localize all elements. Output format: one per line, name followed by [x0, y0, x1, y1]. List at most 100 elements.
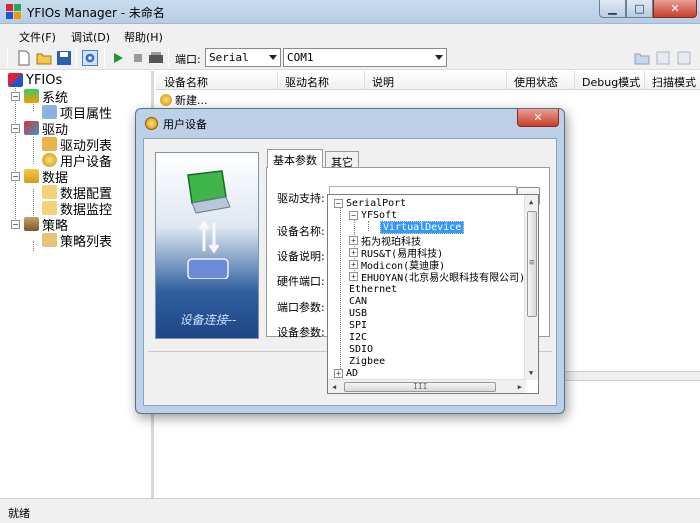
toolbar-separator [104, 49, 105, 67]
node-label: USB [349, 307, 368, 319]
user-device-icon [145, 117, 158, 130]
horizontal-scrollbar[interactable]: ◀ III ▶ [328, 379, 526, 393]
driver-icon [24, 121, 39, 135]
open-folder-icon[interactable] [36, 50, 52, 66]
collapse-icon[interactable]: − [11, 123, 20, 133]
dialog-title: 用户设备 [163, 118, 207, 131]
port-select[interactable]: Serial [205, 48, 281, 67]
collapse-icon[interactable]: − [11, 91, 20, 101]
node-label: SDIO [349, 343, 374, 355]
tree-node-sdio[interactable]: SDIO [349, 343, 373, 355]
tree-node-ethernet[interactable]: Ethernet [349, 283, 397, 295]
minimize-button[interactable]: ▁ [599, 0, 626, 18]
driver-tree-dropdown[interactable]: − SerialPort − YFSoft VirtualDevice + 拓为… [327, 194, 539, 394]
device-icon[interactable] [148, 50, 164, 66]
node-label: YFSoft [361, 209, 398, 221]
chevron-down-icon [435, 55, 443, 60]
scroll-down-icon[interactable]: ▼ [529, 369, 533, 377]
column-header[interactable]: 说明 [372, 74, 394, 90]
node-label: AD [346, 367, 359, 379]
tree-node-serialport[interactable]: − SerialPort [334, 197, 406, 209]
maximize-button[interactable]: □ [626, 0, 653, 18]
column-header[interactable]: 扫描模式 [652, 74, 696, 90]
delete-icon[interactable] [676, 50, 692, 66]
strategy-list-icon [42, 233, 57, 247]
folder-icon[interactable] [634, 50, 650, 66]
expand-icon[interactable]: + [349, 235, 358, 245]
data-monitor-icon [42, 201, 57, 215]
menu-help[interactable]: 帮助(H) [124, 29, 163, 45]
app-logo-icon [6, 4, 21, 19]
menu-bar: 文件(F) 调试(D) 帮助(H) [0, 24, 700, 46]
tree-node-zigbee[interactable]: Zigbee [349, 355, 385, 367]
chevron-down-icon [269, 55, 277, 60]
status-bar: 就绪 [0, 498, 700, 523]
device-description-label: 设备说明: [277, 250, 325, 263]
expand-icon[interactable]: + [349, 247, 358, 257]
column-header[interactable]: 使用状态 [514, 74, 558, 90]
node-label: CAN [349, 295, 368, 307]
menu-debug[interactable]: 调试(D) [71, 29, 110, 45]
collapse-icon[interactable]: − [349, 210, 358, 220]
dialog-close-button[interactable]: ✕ [517, 109, 559, 127]
properties-icon [42, 105, 57, 119]
column-header[interactable]: 驱动名称 [285, 74, 329, 90]
collapse-icon[interactable]: − [11, 219, 20, 229]
driver-support-label: 驱动支持: [277, 192, 325, 205]
node-label: Ethernet [349, 283, 398, 295]
column-header[interactable]: Debug模式 [582, 74, 640, 90]
column-header[interactable]: 设备名称 [164, 74, 208, 90]
new-file-icon[interactable] [16, 50, 32, 66]
collapse-icon[interactable]: − [11, 171, 20, 181]
expand-icon[interactable]: + [349, 259, 358, 269]
scroll-up-icon[interactable]: ▲ [529, 198, 533, 206]
tree-item-strategy-list[interactable]: 策略列表 [42, 232, 112, 250]
toolbar-grip [7, 49, 8, 67]
user-device-icon [42, 153, 57, 167]
com-select[interactable]: COM1 [283, 48, 447, 67]
scroll-left-icon[interactable]: ◀ [332, 383, 336, 391]
tree-node-can[interactable]: CAN [349, 295, 367, 307]
stop-icon[interactable] [130, 50, 146, 66]
save-icon[interactable] [56, 50, 72, 66]
strategy-icon [24, 217, 39, 231]
data-icon [24, 169, 39, 183]
expand-icon[interactable]: + [334, 368, 343, 378]
window-title: YFIOs Manager - 未命名 [27, 6, 165, 20]
tree-node-usb[interactable]: USB [349, 307, 367, 319]
vertical-scroll-thumb[interactable]: ≡ [527, 211, 537, 317]
port-select-value: Serial [209, 51, 249, 64]
data-config-icon [42, 185, 57, 199]
device-icon [160, 94, 172, 106]
device-name-label: 设备名称: [277, 225, 325, 238]
connect-icon[interactable] [82, 50, 98, 66]
expand-icon[interactable]: + [349, 271, 358, 281]
project-tree: YFIOs − 系统 项目属性 − 驱动 驱动列表 用户设备 − 数据 数据配置… [0, 71, 154, 498]
list-item[interactable]: 新建... [160, 92, 208, 108]
tree-node-ad[interactable]: + AD [334, 367, 358, 379]
edit-icon[interactable] [655, 50, 671, 66]
illustration-caption: 设备连接-- [179, 313, 237, 327]
tree-node-vendor[interactable]: + EHUOYAN(北京易火眼科技有限公司) [349, 270, 525, 284]
scroll-grip-label: ≡ [529, 258, 535, 268]
run-icon[interactable] [110, 50, 126, 66]
node-label: Zigbee [349, 355, 386, 367]
tree-node-virtualdevice[interactable]: VirtualDevice [380, 220, 465, 234]
toolbar-separator [76, 49, 77, 67]
tree-node-yfsoft[interactable]: − YFSoft [349, 209, 397, 221]
collapse-icon[interactable]: − [334, 198, 343, 208]
yfios-icon [8, 73, 23, 87]
tab-basic-params[interactable]: 基本参数 [267, 149, 323, 168]
tree-node-i2c[interactable]: I2C [349, 331, 367, 343]
device-params-label: 设备参数: [277, 326, 325, 339]
scroll-right-icon[interactable]: ▶ [518, 383, 522, 391]
tree-node-spi[interactable]: SPI [349, 319, 367, 331]
toolbar: 端口: Serial COM1 [0, 46, 700, 70]
menu-file[interactable]: 文件(F) [19, 29, 56, 45]
close-button[interactable]: ✕ [653, 0, 697, 18]
scroll-grip-label: III [413, 382, 428, 391]
system-icon [24, 89, 39, 103]
computer-device-icon [187, 170, 231, 279]
horizontal-scroll-thumb[interactable]: III [344, 382, 496, 392]
vertical-scrollbar[interactable]: ▲ ≡ ▼ [524, 195, 538, 380]
